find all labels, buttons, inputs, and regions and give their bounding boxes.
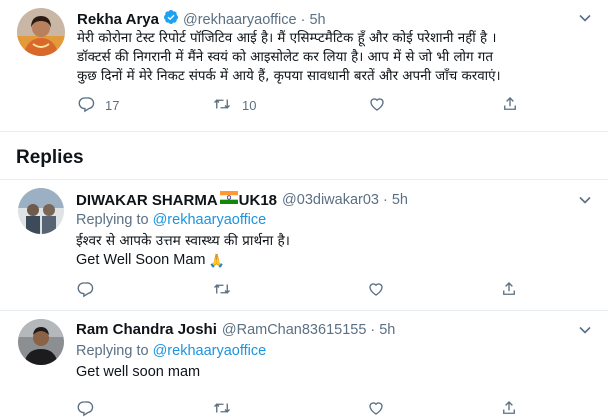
like-action[interactable] bbox=[367, 399, 385, 417]
tweet-text-line: Get well soon mam bbox=[76, 364, 201, 380]
retweet-action[interactable] bbox=[212, 280, 232, 301]
like-icon bbox=[367, 280, 385, 301]
tweet-text-line: Get Well Soon Mam bbox=[76, 252, 206, 268]
retweet-action[interactable] bbox=[212, 399, 232, 417]
author-handle[interactable]: @RamChan83615155 bbox=[222, 322, 367, 338]
retweet-icon bbox=[212, 95, 232, 116]
share-icon bbox=[500, 280, 518, 301]
tweet-text-line: मेरी कोरोना टेस्ट रिपोर्ट पॉजिटिव आई है।… bbox=[77, 31, 497, 46]
retweet-icon bbox=[212, 399, 232, 417]
reply-count: 17 bbox=[105, 98, 120, 113]
avatar[interactable] bbox=[18, 319, 64, 365]
retweet-action[interactable]: 10 bbox=[212, 95, 256, 116]
author-name[interactable]: Rekha Arya bbox=[77, 11, 159, 28]
reply-icon bbox=[77, 95, 95, 116]
tweet-time[interactable]: 5h bbox=[379, 322, 395, 338]
avatar-image bbox=[17, 8, 65, 56]
retweet-count: 10 bbox=[242, 98, 257, 113]
reply-icon bbox=[76, 280, 94, 301]
main-tweet: Rekha Arya @rekhaaryaoffice · 5h मेरी को… bbox=[0, 0, 608, 130]
tweet-time[interactable]: 5h bbox=[309, 12, 325, 28]
tweet-text: Get well soon mam bbox=[76, 363, 596, 382]
share-action[interactable] bbox=[500, 399, 518, 417]
verified-badge-icon bbox=[163, 9, 179, 30]
like-action[interactable] bbox=[368, 95, 386, 116]
tweet-text: मेरी कोरोना टेस्ट रिपोर्ट पॉजिटिव आई है।… bbox=[77, 29, 597, 86]
like-icon bbox=[367, 399, 385, 417]
replies-heading: Replies bbox=[16, 147, 84, 168]
like-icon bbox=[368, 95, 386, 116]
divider bbox=[0, 131, 608, 132]
avatar-image bbox=[18, 319, 64, 365]
replying-to-label: Replying to bbox=[76, 212, 149, 228]
author-name[interactable]: Ram Chandra Joshi bbox=[76, 321, 217, 338]
reply-action[interactable]: 17 bbox=[77, 95, 119, 116]
separator-dot: · bbox=[370, 321, 376, 338]
reply-icon bbox=[76, 399, 94, 417]
author-name-suffix[interactable]: UK18 bbox=[239, 192, 277, 209]
reply-action[interactable] bbox=[76, 399, 94, 417]
share-action[interactable] bbox=[500, 280, 518, 301]
replying-to-handle[interactable]: @rekhaaryaoffice bbox=[153, 343, 267, 359]
share-action[interactable] bbox=[501, 95, 519, 116]
retweet-icon bbox=[212, 280, 232, 301]
separator-dot: · bbox=[300, 11, 306, 28]
tweet-text-line: डॉक्टर्स की निगरानी में मैंने स्वयं को आ… bbox=[77, 50, 493, 65]
author-handle[interactable]: @rekhaaryaoffice bbox=[183, 12, 297, 28]
india-flag-icon bbox=[219, 191, 238, 209]
reply-tweet: Ram Chandra Joshi @RamChan83615155 · 5h … bbox=[0, 311, 608, 417]
tweet-text-line: कुछ दिनों में मेरे निकट संपर्क में आये ह… bbox=[77, 69, 501, 84]
like-action[interactable] bbox=[367, 280, 385, 301]
replying-to-handle[interactable]: @rekhaaryaoffice bbox=[153, 212, 267, 228]
tweet-time[interactable]: 5h bbox=[392, 192, 408, 208]
chevron-down-icon[interactable] bbox=[577, 192, 593, 213]
chevron-down-icon[interactable] bbox=[577, 10, 593, 31]
replying-to-label: Replying to bbox=[76, 343, 149, 359]
share-icon bbox=[501, 95, 519, 116]
chevron-down-icon[interactable] bbox=[577, 322, 593, 343]
avatar[interactable] bbox=[18, 188, 64, 234]
tweet-text: ईश्वर से आपके उत्तम स्वास्थ्य की प्रार्थ… bbox=[76, 232, 596, 270]
reply-tweet: DIWAKAR SHARMA UK18 @03diwakar03 · 5h Re… bbox=[0, 180, 608, 312]
avatar-image bbox=[18, 188, 64, 234]
reply-action[interactable] bbox=[76, 280, 94, 301]
author-name[interactable]: DIWAKAR SHARMA bbox=[76, 192, 218, 209]
folded-hands-emoji: 🙏 bbox=[208, 253, 225, 268]
share-icon bbox=[500, 399, 518, 417]
author-handle[interactable]: @03diwakar03 bbox=[282, 192, 379, 208]
separator-dot: · bbox=[382, 192, 388, 208]
tweet-text-line: ईश्वर से आपके उत्तम स्वास्थ्य की प्रार्थ… bbox=[76, 233, 290, 249]
avatar[interactable] bbox=[17, 8, 65, 56]
